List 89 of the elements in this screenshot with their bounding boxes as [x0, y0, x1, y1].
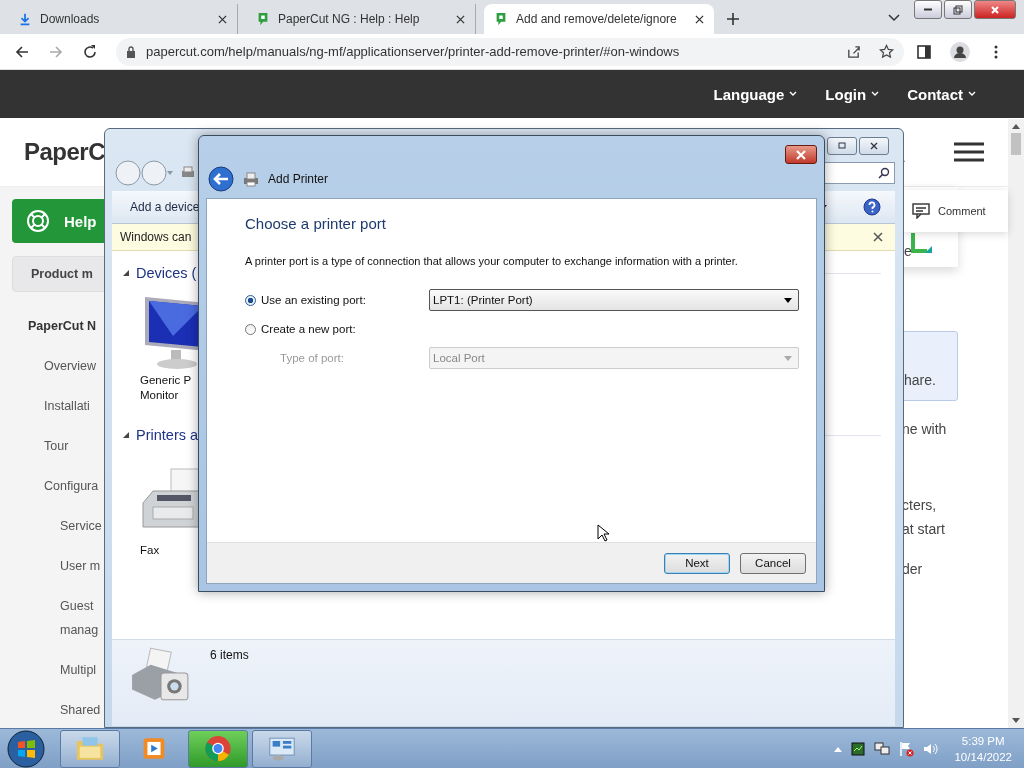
minimize-button[interactable] [914, 0, 942, 19]
sidebar-item[interactable]: User m [60, 554, 101, 578]
site-logo[interactable]: PaperC [24, 138, 106, 166]
sidebar-item[interactable]: Service [60, 514, 102, 538]
sidebar-item[interactable]: Shared [60, 698, 101, 722]
back-forward-icon[interactable] [114, 159, 174, 187]
control-panel-taskbar-button[interactable] [252, 729, 312, 768]
sidebar-item[interactable]: Tour [44, 434, 69, 458]
nav-menu[interactable]: Contact [907, 85, 976, 103]
printer-icon [243, 171, 259, 187]
caret-icon [784, 355, 792, 361]
lifebuoy-icon [26, 209, 50, 233]
comment-button[interactable]: Comment [904, 190, 1008, 232]
close-button[interactable] [785, 145, 817, 164]
chip-icon[interactable] [850, 740, 867, 757]
device-label[interactable]: Generic P Monitor [140, 373, 192, 403]
help-icon[interactable] [863, 198, 881, 216]
scroll-thumb[interactable] [1011, 133, 1021, 155]
dialog-description: A printer port is a type of connection that allows your computer to exchange information with a printer. [245, 254, 738, 269]
browser-tab[interactable]: Add and remove/delete/ignore [484, 4, 714, 34]
close-icon[interactable] [456, 14, 465, 24]
group-title[interactable]: Printers a [136, 427, 199, 443]
star-icon[interactable] [879, 44, 894, 59]
close-icon[interactable] [873, 232, 883, 242]
nav-menu[interactable]: Login [825, 85, 880, 103]
address-field[interactable]: papercut.com/help/manuals/ng-mf/applicationserver/printer-add-remove-printer/#on-windows [116, 37, 904, 66]
reload-icon[interactable] [82, 43, 98, 60]
comment-icon [912, 203, 930, 219]
explorer-taskbar-button[interactable] [60, 729, 120, 768]
pointer-icon [597, 524, 609, 542]
dialog-button[interactable]: Cancel [740, 552, 806, 574]
scroll-down-icon[interactable] [1012, 718, 1020, 724]
new-tab-icon[interactable] [726, 12, 740, 26]
restore-icon [953, 4, 963, 15]
port-type-label: Type of port: [279, 352, 345, 364]
folder-icon [75, 735, 105, 762]
browser-tab[interactable]: PaperCut NG : Help : Help [246, 4, 476, 34]
close-icon [795, 149, 807, 160]
tab-list-icon[interactable] [888, 14, 900, 22]
expand-arrow-icon[interactable] [122, 269, 130, 277]
caret-icon [968, 91, 976, 97]
expand-arrow-icon[interactable] [122, 431, 130, 439]
close-icon[interactable] [218, 14, 227, 24]
network-icon[interactable] [874, 740, 891, 757]
device-label[interactable]: Fax [140, 543, 160, 558]
sidebar-item[interactable]: PaperCut N [28, 314, 97, 338]
dialog-button[interactable]: Next [664, 552, 730, 574]
scrollbar[interactable] [1008, 119, 1024, 728]
sidebar-item[interactable]: Overview [44, 354, 97, 378]
close-button[interactable] [859, 137, 889, 155]
minimize-icon [923, 8, 933, 11]
profile-icon[interactable] [950, 41, 970, 62]
flag-icon[interactable] [898, 740, 915, 757]
sidebar-item[interactable]: Multipl [60, 658, 97, 682]
share-icon[interactable] [846, 44, 861, 59]
maximize-button[interactable] [827, 137, 857, 155]
back-icon[interactable] [208, 166, 234, 192]
sidebar-item[interactable]: Installati [44, 394, 90, 418]
back-icon[interactable] [14, 43, 30, 60]
port-option[interactable]: Use an existing port: [245, 294, 429, 306]
logo-mark-icon [910, 231, 934, 255]
download-icon [18, 12, 32, 26]
side-panel-icon[interactable] [916, 43, 932, 60]
group-title[interactable]: Devices ( [136, 265, 197, 281]
menu-icon[interactable] [954, 142, 984, 162]
maximize-icon [837, 142, 847, 150]
add-device-button[interactable]: Add a device [130, 200, 200, 214]
control-panel-icon [267, 735, 297, 762]
start-button[interactable] [6, 728, 46, 768]
item-count: 6 items [210, 648, 249, 662]
sidebar-item[interactable]: Guest manag [60, 594, 99, 642]
sidebar-item[interactable]: Configura [44, 474, 99, 498]
browser-tab[interactable]: Downloads [8, 4, 238, 34]
nav-menu[interactable]: Language [713, 85, 798, 103]
lock-icon [126, 45, 136, 58]
card-text: e [904, 243, 912, 259]
restore-button[interactable] [944, 0, 972, 19]
scroll-up-icon[interactable] [1012, 123, 1020, 129]
browser-icon [203, 735, 233, 762]
caret-icon [789, 91, 798, 97]
close-icon[interactable] [695, 14, 704, 24]
search-icon [878, 167, 890, 179]
close-icon [990, 4, 1000, 15]
port-dropdown[interactable]: LPT1: (Printer Port) [429, 289, 799, 311]
dialog-title: Add Printer [268, 172, 329, 186]
caret-icon [871, 91, 880, 97]
close-icon [869, 142, 879, 150]
caret-icon [784, 297, 792, 303]
port-option[interactable]: Create a new port: [245, 323, 429, 335]
